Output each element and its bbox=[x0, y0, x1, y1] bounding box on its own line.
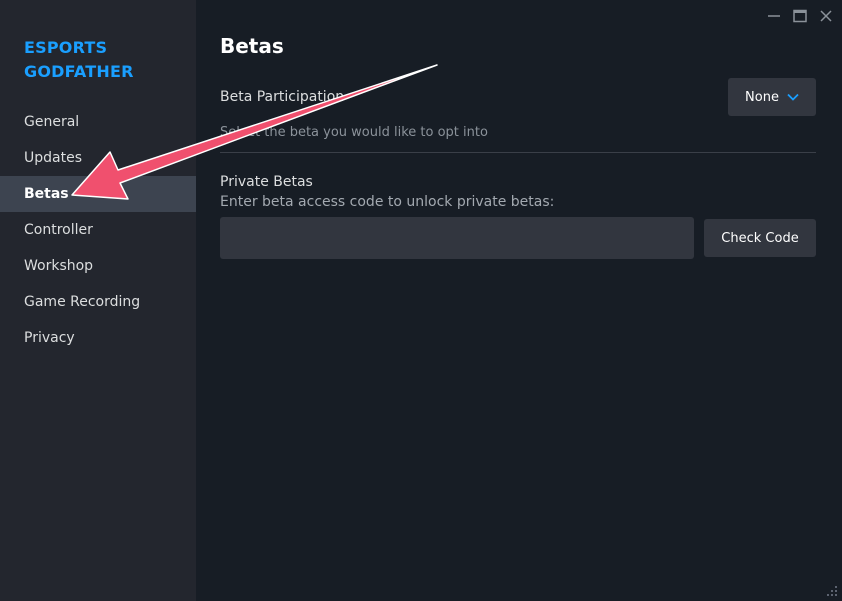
sidebar-item-workshop[interactable]: Workshop bbox=[0, 248, 196, 284]
dropdown-selected-value: None bbox=[745, 89, 779, 105]
chevron-down-icon bbox=[787, 93, 799, 101]
maximize-button[interactable] bbox=[790, 6, 810, 26]
beta-access-code-input[interactable] bbox=[220, 217, 694, 259]
section-divider bbox=[220, 152, 816, 153]
sidebar-item-updates[interactable]: Updates bbox=[0, 140, 196, 176]
private-betas-label: Private Betas bbox=[220, 174, 313, 190]
minimize-icon bbox=[768, 15, 780, 17]
minimize-button[interactable] bbox=[764, 6, 784, 26]
window-controls bbox=[764, 6, 836, 26]
sidebar-item-privacy[interactable]: Privacy bbox=[0, 320, 196, 356]
private-betas-description: Enter beta access code to unlock private… bbox=[220, 194, 555, 210]
close-button[interactable] bbox=[816, 6, 836, 26]
sidebar-item-betas[interactable]: Betas bbox=[0, 176, 196, 212]
sidebar: ESPORTS GODFATHER General Updates Betas … bbox=[0, 0, 196, 601]
sidebar-item-general[interactable]: General bbox=[0, 104, 196, 140]
maximize-icon bbox=[793, 9, 807, 23]
close-icon bbox=[820, 10, 832, 22]
beta-participation-label: Beta Participation bbox=[220, 89, 345, 105]
sidebar-nav: General Updates Betas Controller Worksho… bbox=[0, 104, 196, 356]
steam-properties-window: ESPORTS GODFATHER General Updates Betas … bbox=[0, 0, 842, 601]
beta-participation-description: Select the beta you would like to opt in… bbox=[220, 125, 488, 140]
game-title: ESPORTS GODFATHER bbox=[24, 38, 134, 81]
resize-grip-icon[interactable] bbox=[824, 583, 838, 597]
sidebar-item-controller[interactable]: Controller bbox=[0, 212, 196, 248]
sidebar-item-game-recording[interactable]: Game Recording bbox=[0, 284, 196, 320]
page-title: Betas bbox=[220, 34, 284, 58]
check-code-button[interactable]: Check Code bbox=[704, 219, 816, 257]
beta-participation-dropdown[interactable]: None bbox=[728, 78, 816, 116]
